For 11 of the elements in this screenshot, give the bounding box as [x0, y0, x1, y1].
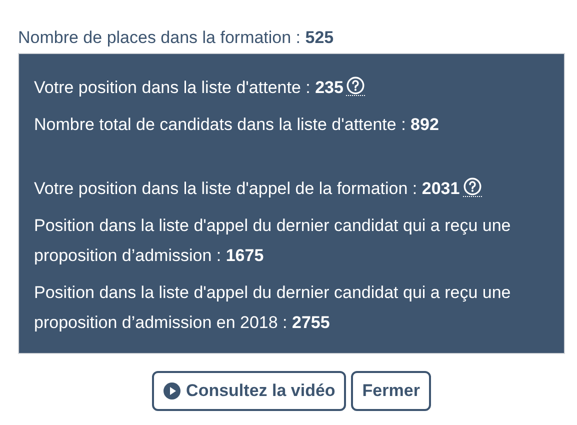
info-text: Votre position dans la liste d'attente : 235: [34, 78, 344, 97]
help-icon[interactable]: [462, 177, 482, 197]
play-icon: [163, 382, 182, 400]
info-text: Nombre total de candidats dans la liste d'attente : 892: [34, 115, 439, 134]
close-button[interactable]: Fermer: [351, 371, 431, 411]
info-text: Position dans la liste d'appel du dernier candidat qui a reçu une proposition d’admission en 2018 : 2755: [34, 283, 511, 332]
info-text: Votre position dans la liste d'appel de la formation : 2031: [34, 179, 460, 198]
places-count: Nombre de places dans la formation : 525: [18, 27, 334, 49]
info-text: Position dans la liste d'appel du dernier candidat qui a reçu une proposition d’admission : 1675: [34, 216, 511, 265]
help-icon[interactable]: [346, 76, 366, 96]
video-button[interactable]: Consultez la vidéo: [152, 371, 346, 411]
